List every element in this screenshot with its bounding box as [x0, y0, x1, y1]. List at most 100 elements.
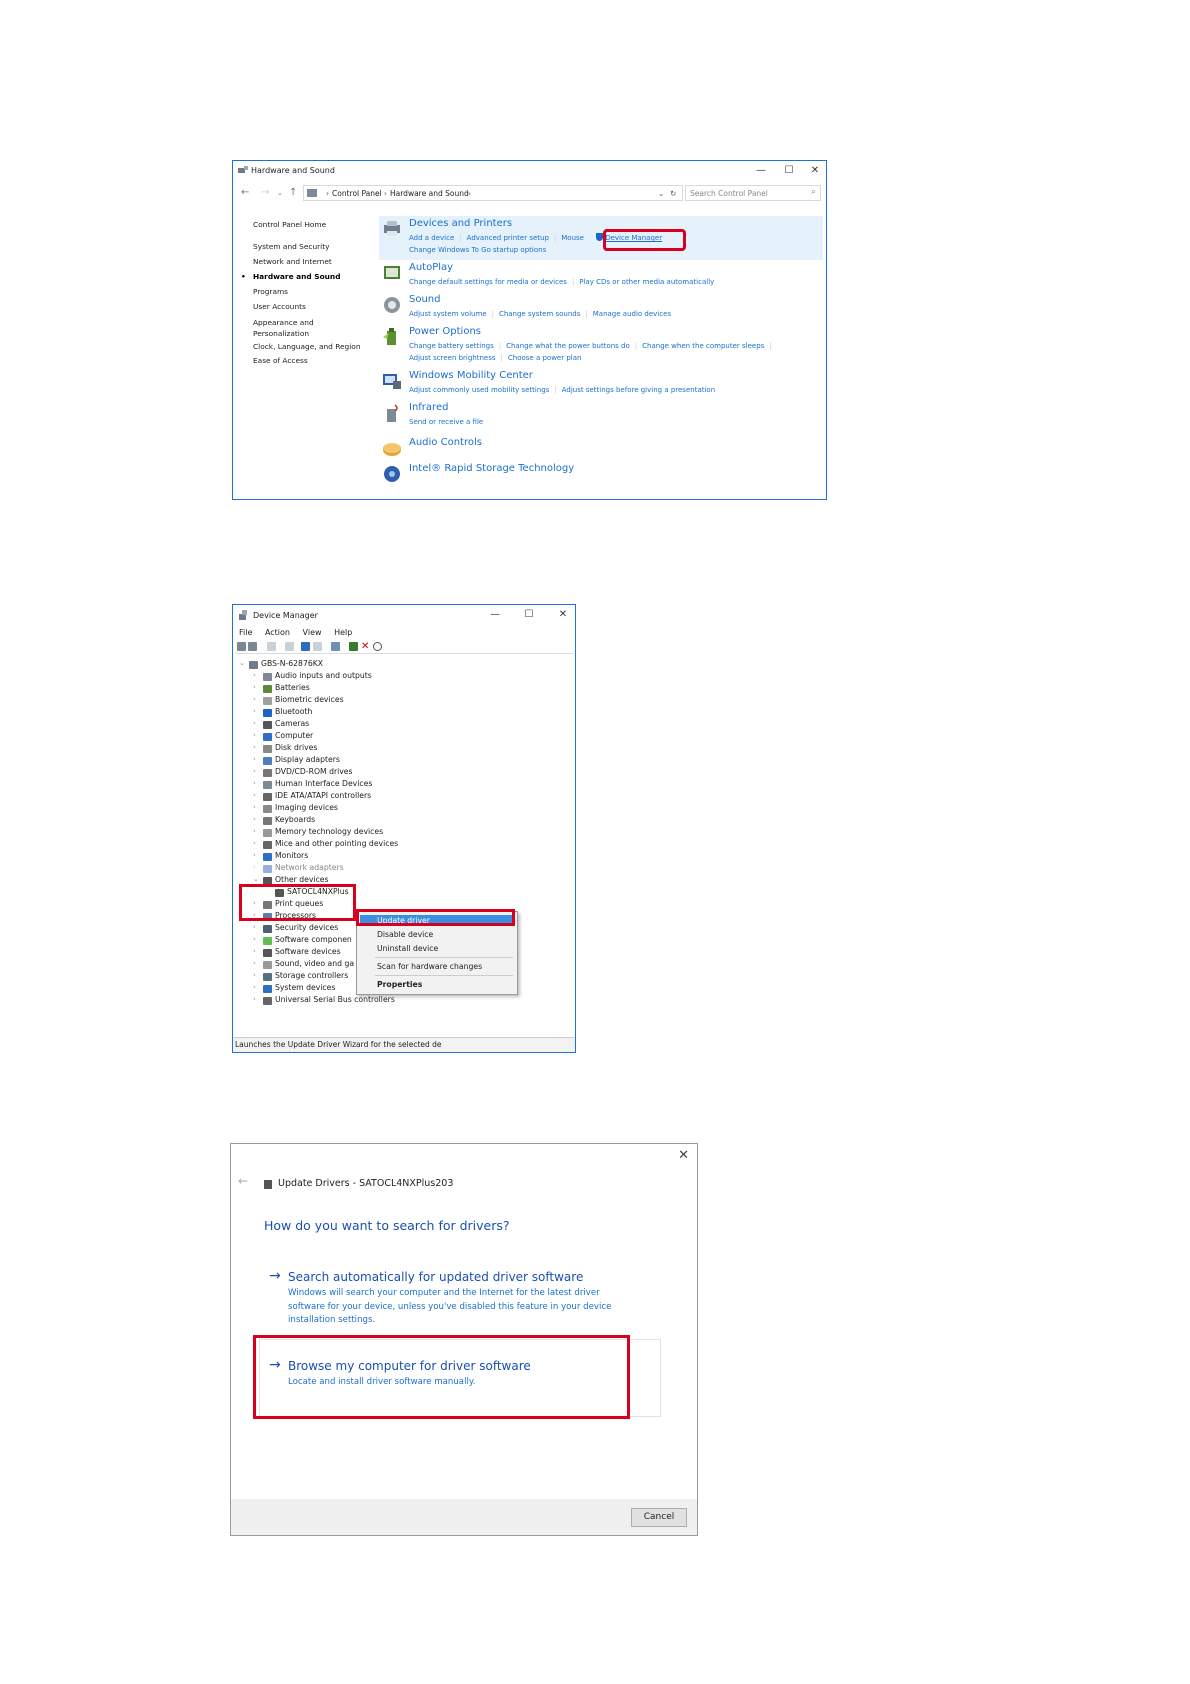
refresh-icon[interactable]: ↻ — [670, 189, 676, 198]
play-cds-link[interactable]: Play CDs or other media automatically — [579, 278, 714, 286]
uninstall-x-icon[interactable]: ✕ — [361, 642, 370, 652]
collapsed-chevron-icon[interactable]: › — [253, 839, 263, 847]
collapsed-chevron-icon[interactable]: › — [253, 695, 263, 703]
add-device-link[interactable]: Add a device — [409, 234, 454, 242]
sidebar-item-hardware-sound[interactable]: • Hardware and Sound — [241, 269, 361, 284]
properties-icon[interactable] — [285, 642, 294, 651]
collapsed-chevron-icon[interactable]: › — [253, 791, 263, 799]
update-driver-icon[interactable] — [331, 642, 340, 651]
cancel-button[interactable]: Cancel — [631, 1508, 687, 1527]
collapsed-chevron-icon[interactable]: › — [253, 815, 263, 823]
sidebar-item-network-internet[interactable]: Network and Internet — [253, 254, 361, 269]
power-options-title[interactable]: Power Options — [409, 326, 481, 337]
collapsed-chevron-icon[interactable]: › — [253, 755, 263, 763]
autoplay-title[interactable]: AutoPlay — [409, 262, 453, 273]
screen-brightness-link[interactable]: Adjust screen brightness — [409, 354, 496, 362]
collapsed-chevron-icon[interactable]: › — [253, 707, 263, 715]
uninstall-device-menu-item[interactable]: Uninstall device — [377, 944, 438, 953]
show-hide-tree-icon[interactable] — [267, 642, 276, 651]
collapsed-chevron-icon[interactable]: › — [253, 719, 263, 727]
autoplay-defaults-link[interactable]: Change default settings for media or dev… — [409, 278, 567, 286]
sidebar-item-programs[interactable]: Programs — [253, 284, 361, 299]
collapsed-chevron-icon[interactable]: › — [253, 803, 263, 811]
back-arrow-icon[interactable]: ← — [238, 1174, 248, 1188]
manage-audio-link[interactable]: Manage audio devices — [593, 310, 671, 318]
sidebar-item-appearance[interactable]: Appearance and Personalization — [253, 317, 361, 339]
device-category-icon — [263, 757, 272, 765]
sidebar-item-label: Hardware and Sound — [253, 272, 341, 281]
windows-to-go-link[interactable]: Change Windows To Go startup options — [409, 246, 546, 254]
search-input[interactable]: Search Control Panel ⌕ — [685, 185, 821, 201]
minimize-button[interactable]: — — [749, 163, 773, 179]
breadcrumb[interactable]: › Control Panel › Hardware and Sound › ⌄… — [303, 185, 683, 201]
back-arrow-icon[interactable]: ← — [241, 187, 249, 198]
collapsed-chevron-icon[interactable]: › — [253, 779, 263, 787]
computer-sleeps-link[interactable]: Change when the computer sleeps — [642, 342, 764, 350]
adjust-volume-link[interactable]: Adjust system volume — [409, 310, 487, 318]
sidebar-item-user-accounts[interactable]: User Accounts — [253, 299, 361, 314]
maximize-button[interactable]: ☐ — [517, 607, 541, 623]
power-plan-link[interactable]: Choose a power plan — [508, 354, 582, 362]
battery-settings-link[interactable]: Change battery settings — [409, 342, 494, 350]
back-icon[interactable] — [237, 642, 246, 651]
view-icon[interactable] — [313, 642, 322, 651]
power-buttons-link[interactable]: Change what the power buttons do — [506, 342, 630, 350]
menu-action[interactable]: Action — [265, 628, 290, 637]
breadcrumb-control-panel[interactable]: Control Panel — [332, 189, 382, 198]
collapsed-chevron-icon[interactable]: › — [253, 671, 263, 679]
menu-help[interactable]: Help — [334, 628, 352, 637]
expanded-chevron-icon[interactable]: ⌄ — [253, 875, 263, 883]
sidebar-item-clock-region[interactable]: Clock, Language, and Region — [253, 339, 361, 354]
close-button[interactable]: ✕ — [551, 607, 575, 623]
collapsed-chevron-icon[interactable]: › — [253, 947, 263, 955]
close-icon[interactable]: ✕ — [678, 1148, 689, 1163]
scan-icon[interactable] — [373, 642, 382, 651]
collapsed-chevron-icon[interactable]: › — [253, 983, 263, 991]
enable-device-icon[interactable] — [349, 642, 358, 651]
collapsed-chevron-icon[interactable]: › — [253, 923, 263, 931]
audio-controls-title[interactable]: Audio Controls — [409, 437, 482, 448]
sound-title[interactable]: Sound — [409, 294, 441, 305]
dropdown-chevron-icon[interactable]: ⌄ — [658, 189, 664, 198]
sidebar-item-ease-access[interactable]: Ease of Access — [253, 353, 361, 368]
presentation-settings-link[interactable]: Adjust settings before giving a presenta… — [562, 386, 715, 394]
tree-node-label: Network adapters — [275, 863, 344, 872]
disable-device-menu-item[interactable]: Disable device — [377, 930, 433, 939]
collapsed-chevron-icon[interactable]: › — [253, 731, 263, 739]
menu-file[interactable]: File — [239, 628, 252, 637]
properties-menu-item[interactable]: Properties — [377, 980, 422, 989]
close-button[interactable]: ✕ — [803, 163, 827, 179]
mobility-center-title[interactable]: Windows Mobility Center — [409, 370, 533, 381]
collapsed-chevron-icon[interactable]: › — [253, 959, 263, 967]
expanded-chevron-icon[interactable]: ⌄ — [239, 659, 249, 667]
devices-printers-title[interactable]: Devices and Printers — [409, 218, 512, 229]
up-arrow-icon[interactable]: ↑ — [289, 187, 297, 198]
rapid-storage-title[interactable]: Intel® Rapid Storage Technology — [409, 463, 574, 474]
collapsed-chevron-icon[interactable]: › — [253, 767, 263, 775]
sidebar-home-link[interactable]: Control Panel Home — [253, 217, 361, 232]
collapsed-chevron-icon[interactable]: › — [253, 683, 263, 691]
mobility-settings-link[interactable]: Adjust commonly used mobility settings — [409, 386, 549, 394]
minimize-button[interactable]: — — [483, 607, 507, 623]
forward-icon[interactable] — [248, 642, 257, 651]
collapsed-chevron-icon[interactable]: › — [253, 743, 263, 751]
menu-view[interactable]: View — [303, 628, 322, 637]
mouse-link[interactable]: Mouse — [561, 234, 584, 242]
change-sounds-link[interactable]: Change system sounds — [499, 310, 580, 318]
forward-arrow-icon[interactable]: → — [261, 187, 269, 198]
collapsed-chevron-icon[interactable]: › — [253, 851, 263, 859]
collapsed-chevron-icon[interactable]: › — [253, 863, 263, 871]
collapsed-chevron-icon[interactable]: › — [253, 971, 263, 979]
collapsed-chevron-icon[interactable]: › — [253, 827, 263, 835]
maximize-button[interactable]: ☐ — [777, 163, 801, 179]
collapsed-chevron-icon[interactable]: › — [253, 935, 263, 943]
sidebar-item-system-security[interactable]: System and Security — [253, 239, 361, 254]
scan-hardware-menu-item[interactable]: Scan for hardware changes — [377, 962, 482, 971]
advanced-printer-setup-link[interactable]: Advanced printer setup — [467, 234, 549, 242]
collapsed-chevron-icon[interactable]: › — [253, 995, 263, 1003]
help-icon[interactable] — [301, 642, 310, 651]
infrared-title[interactable]: Infrared — [409, 402, 448, 413]
send-receive-file-link[interactable]: Send or receive a file — [409, 418, 483, 426]
recent-chevron-icon[interactable]: ⌄ — [277, 189, 283, 197]
breadcrumb-hardware-sound[interactable]: Hardware and Sound — [390, 189, 469, 198]
